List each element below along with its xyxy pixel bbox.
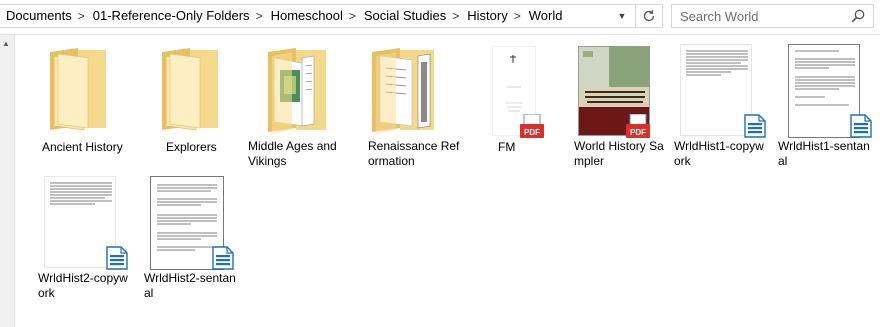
search-box[interactable] bbox=[671, 4, 874, 28]
writer-file-item[interactable]: WrldHist2-sentanal bbox=[142, 172, 238, 302]
address-history-dropdown[interactable]: ▼ bbox=[608, 4, 636, 28]
folder-icon bbox=[372, 48, 434, 134]
writer-file-item[interactable]: WrldHist1-copywork bbox=[672, 40, 768, 170]
folder-icon bbox=[162, 48, 218, 131]
navigation-pane-edge[interactable]: ▲ bbox=[0, 35, 15, 327]
breadcrumb-separator[interactable]: > bbox=[510, 5, 523, 27]
breadcrumb-separator[interactable]: > bbox=[74, 5, 87, 27]
svg-text:PDF: PDF bbox=[524, 128, 540, 137]
writer-document-icon bbox=[106, 246, 128, 270]
address-bar: Documents > 01-Reference-Only Folders > … bbox=[0, 0, 880, 35]
writer-document-icon bbox=[212, 246, 234, 270]
breadcrumb-reference-folders[interactable]: 01-Reference-Only Folders bbox=[87, 5, 252, 27]
refresh-button[interactable] bbox=[636, 4, 663, 28]
folder-item[interactable]: Renaissance Reformation bbox=[364, 40, 460, 170]
item-name: FM bbox=[498, 140, 516, 154]
item-name: World History Sampler bbox=[574, 139, 664, 168]
folder-item[interactable]: Middle Ages and Vikings bbox=[246, 40, 342, 170]
breadcrumb-homeschool[interactable]: Homeschool bbox=[265, 5, 345, 27]
document-page-thumbnail bbox=[680, 44, 752, 136]
writer-file-item[interactable]: WrldHist1-sentanal bbox=[778, 40, 874, 170]
breadcrumb-separator[interactable]: > bbox=[448, 5, 461, 27]
item-name: WrldHist1-copywork bbox=[674, 139, 764, 168]
folder-item[interactable]: Explorers bbox=[134, 40, 230, 154]
writer-file-item[interactable]: WrldHist2-copywork bbox=[36, 172, 132, 302]
breadcrumb-history[interactable]: History bbox=[461, 5, 509, 27]
item-name: WrldHist1-sentanal bbox=[778, 139, 870, 168]
item-name: Renaissance Reformation bbox=[368, 139, 460, 168]
pdf-icon: PDF bbox=[520, 114, 544, 138]
folder-icon bbox=[50, 48, 106, 131]
pdf-file-item[interactable]: PDF FM bbox=[470, 40, 566, 154]
writer-document-icon bbox=[744, 114, 766, 138]
item-name: Middle Ages and Vikings bbox=[248, 139, 337, 168]
breadcrumb: Documents > 01-Reference-Only Folders > … bbox=[0, 4, 636, 28]
svg-text:PDF: PDF bbox=[630, 128, 646, 137]
pdf-icon: PDF bbox=[626, 114, 650, 138]
chevron-down-icon: ▼ bbox=[617, 11, 627, 21]
search-input[interactable] bbox=[678, 5, 854, 27]
breadcrumb-separator[interactable]: > bbox=[345, 5, 358, 27]
item-name: WrldHist2-copywork bbox=[38, 271, 128, 300]
breadcrumb-separator[interactable]: > bbox=[252, 5, 265, 27]
search-icon[interactable] bbox=[851, 9, 865, 23]
breadcrumb-documents[interactable]: Documents bbox=[0, 5, 74, 27]
folder-item[interactable]: Ancient History bbox=[30, 40, 126, 154]
item-name: WrldHist2-sentanal bbox=[144, 271, 236, 300]
refresh-icon bbox=[643, 10, 655, 22]
item-name: Explorers bbox=[166, 140, 217, 154]
breadcrumb-social-studies[interactable]: Social Studies bbox=[358, 5, 448, 27]
folder-icon bbox=[268, 48, 326, 134]
scroll-up-arrow-icon[interactable]: ▲ bbox=[2, 39, 10, 48]
item-name: Ancient History bbox=[42, 140, 123, 154]
breadcrumb-world[interactable]: World bbox=[523, 5, 565, 27]
pdf-file-item[interactable]: PDF World History Sampler bbox=[572, 40, 668, 170]
writer-document-icon bbox=[850, 114, 872, 138]
